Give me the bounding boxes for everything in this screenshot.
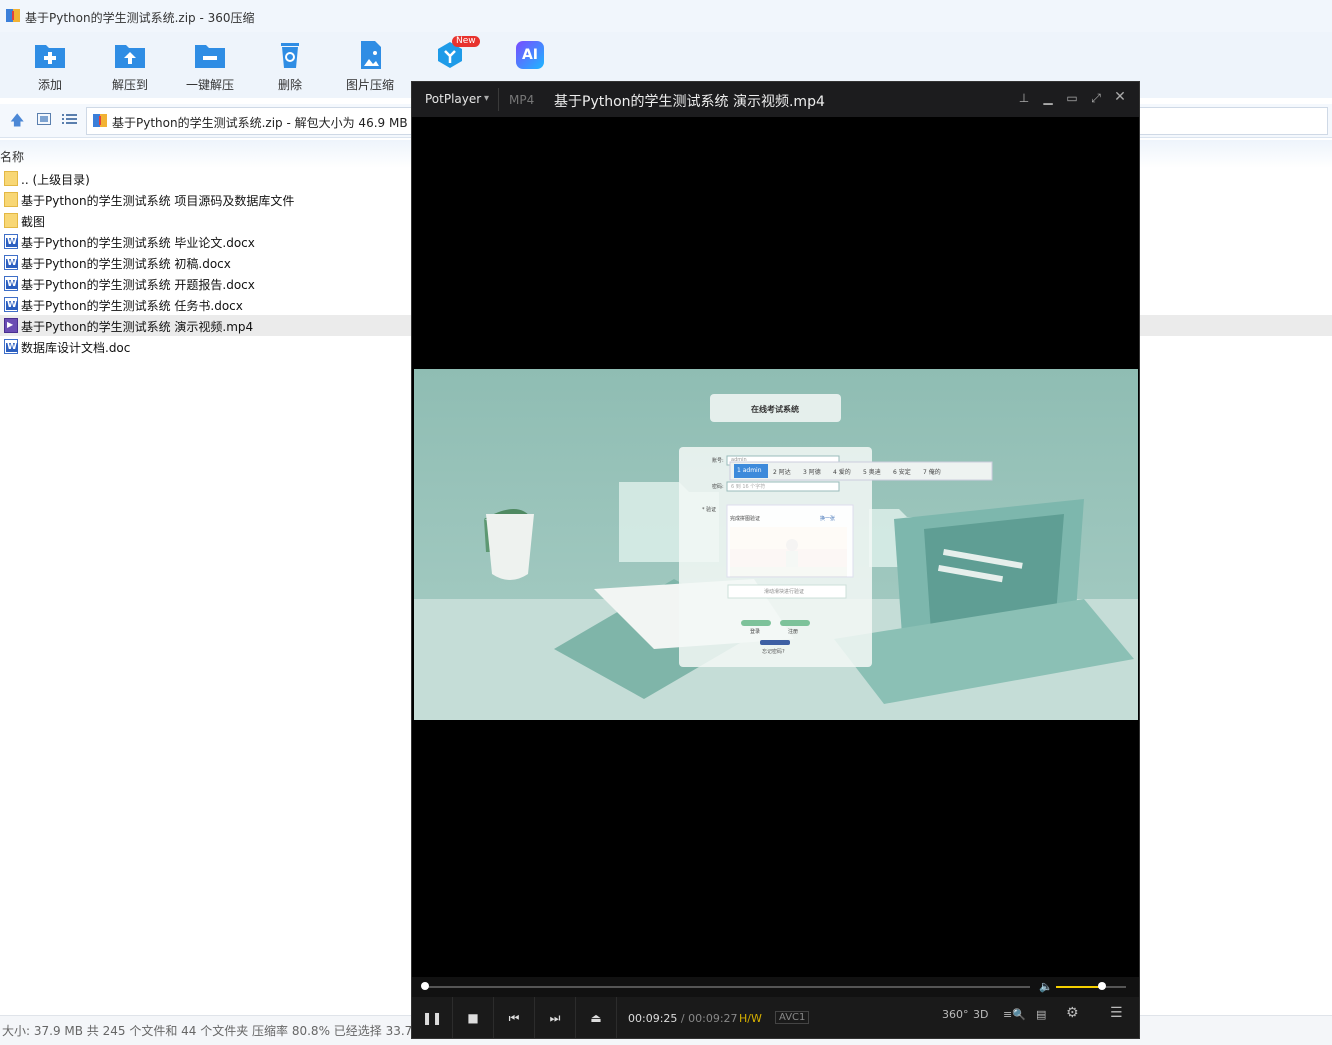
ai-icon: AI (516, 41, 544, 69)
video-scene (414, 369, 1138, 720)
image-compress-icon (361, 41, 381, 69)
archive-title-bar: 基于Python的学生测试系统.zip - 360压缩 (0, 0, 1332, 32)
hw-decode-badge[interactable]: H/W (739, 1012, 762, 1025)
up-level-icon[interactable]: 🡅 (10, 110, 24, 134)
video-register-label: 注册 (788, 629, 799, 635)
delete-icon (281, 43, 299, 68)
gear-icon[interactable]: ⚙ (1066, 1005, 1079, 1021)
video-captcha-title: 完成拼图验证 (730, 516, 761, 522)
video-account-label: 账号: (712, 458, 724, 464)
chapter-search-icon[interactable]: ≡🔍 (1003, 1008, 1026, 1021)
word-doc-icon (4, 297, 18, 312)
folder-icon (4, 171, 18, 186)
seek-track[interactable] (424, 986, 1030, 988)
current-time: 00:09:25 (628, 1012, 678, 1025)
word-doc-icon (4, 234, 18, 249)
extract-to-button[interactable]: 解压到 (98, 36, 162, 98)
previous-button[interactable]: ⏮ (494, 997, 535, 1038)
volume-fill (1056, 986, 1102, 988)
next-button[interactable]: ⏭ (535, 997, 576, 1038)
video-slide-hint: 滑动滑块进行验证 (764, 589, 805, 595)
video-ime-6: 6 安定 (893, 469, 911, 476)
codec-badge[interactable]: AVC1 (775, 1011, 810, 1024)
total-time: 00:09:27 (688, 1012, 738, 1025)
delete-button[interactable]: 删除 (258, 36, 322, 98)
next-icon: ⏭ (549, 1011, 561, 1025)
video-ime-2: 2 阿达 (773, 469, 791, 476)
maximize-icon[interactable]: ▭ (1064, 91, 1080, 105)
seek-bar-area: 🔈 (412, 977, 1139, 997)
menu-icon[interactable]: ☰ (1110, 1005, 1123, 1021)
video-ime-1: 1 admin (737, 467, 762, 474)
previous-icon: ⏮ (508, 1011, 520, 1025)
one-click-extract-icon (195, 45, 225, 68)
eject-icon: ⏏ (590, 1011, 602, 1025)
zip-file-icon (93, 114, 107, 127)
thumbnail-view-icon[interactable] (37, 113, 51, 125)
status-text: 大小: 37.9 MB 共 245 个文件和 44 个文件夹 压缩率 80.8%… (2, 1024, 427, 1038)
archive-window-title: 基于Python的学生测试系统.zip - 360压缩 (25, 11, 255, 25)
add-icon (35, 45, 65, 68)
close-icon[interactable]: ✕ (1112, 89, 1128, 105)
one-click-extract-button[interactable]: 一键解压 (178, 36, 242, 98)
video-password-label: 密码: (712, 484, 724, 490)
video-app-title: 在线考试系统 (751, 405, 799, 414)
divider (498, 88, 499, 111)
image-compress-button[interactable]: 图片压缩 (338, 36, 402, 98)
zip-app-icon (6, 9, 20, 22)
video-account-value: admin (731, 457, 747, 463)
video-ime-5: 5 奥迪 (863, 469, 881, 476)
video-login-label: 登录 (750, 629, 761, 635)
new-badge: New (452, 36, 480, 47)
pause-icon: ❚❚ (421, 1011, 443, 1025)
word-doc-icon (4, 339, 18, 354)
volume-speaker-icon[interactable]: 🔈 (1039, 980, 1053, 993)
time-display: 00:09:25 / 00:09:27 (628, 1012, 738, 1025)
video-file-icon (4, 318, 18, 333)
list-view-icon[interactable] (62, 113, 77, 125)
pin-icon[interactable]: ⊥ (1016, 91, 1032, 105)
eject-button[interactable]: ⏏ (576, 997, 617, 1038)
volume-handle[interactable] (1097, 982, 1106, 990)
seek-handle[interactable] (421, 982, 430, 990)
video-ime-7: 7 俺的 (923, 469, 941, 476)
video-captcha-refresh: 换一张 (820, 516, 836, 522)
player-title-bar[interactable]: PotPlayer ▾ MP4 基于Python的学生测试系统 演示视频.mp4… (412, 82, 1139, 117)
word-doc-icon (4, 255, 18, 270)
vr-360-icon[interactable]: 360° (942, 1008, 969, 1021)
add-button[interactable]: 添加 (18, 36, 82, 98)
word-doc-icon (4, 276, 18, 291)
stop-button[interactable]: ■ (453, 997, 494, 1038)
player-file-title: 基于Python的学生测试系统 演示视频.mp4 (554, 94, 825, 110)
potplayer-window[interactable]: PotPlayer ▾ MP4 基于Python的学生测试系统 演示视频.mp4… (411, 81, 1140, 1039)
video-frame[interactable]: 在线考试系统 账号: admin 1 admin 2 阿达 3 阿德 4 爱的 … (414, 369, 1138, 720)
stop-icon: ■ (467, 1011, 479, 1025)
pause-button[interactable]: ❚❚ (412, 997, 453, 1038)
player-controls: ❚❚ ■ ⏮ ⏭ ⏏ 00:09:25 / 00:09:27 H/W AVC1 … (412, 997, 1139, 1038)
video-ime-3: 3 阿德 (803, 469, 821, 476)
column-name-header[interactable]: 名称 (0, 148, 24, 165)
minimize-icon[interactable]: ▁ (1040, 91, 1056, 105)
video-verify-label: * 验证 (702, 507, 717, 513)
extract-to-icon (115, 45, 145, 68)
video-password-hint: 6 到 16 个字符 (731, 484, 766, 490)
fullscreen-icon[interactable]: ⤢ (1088, 91, 1104, 106)
potplayer-menu-button[interactable]: PotPlayer (425, 92, 481, 106)
video-ime-4: 4 爱的 (833, 469, 851, 476)
address-text: 基于Python的学生测试系统.zip - 解包大小为 46.9 MB (112, 116, 408, 130)
3d-icon[interactable]: 3D (973, 1008, 988, 1021)
folder-icon (4, 192, 18, 207)
playlist-icon[interactable]: ▤ (1036, 1008, 1046, 1021)
folder-icon (4, 213, 18, 228)
chevron-down-icon[interactable]: ▾ (484, 93, 489, 104)
video-forgot-label: 忘记密码? (762, 649, 785, 655)
format-label: MP4 (509, 93, 535, 107)
